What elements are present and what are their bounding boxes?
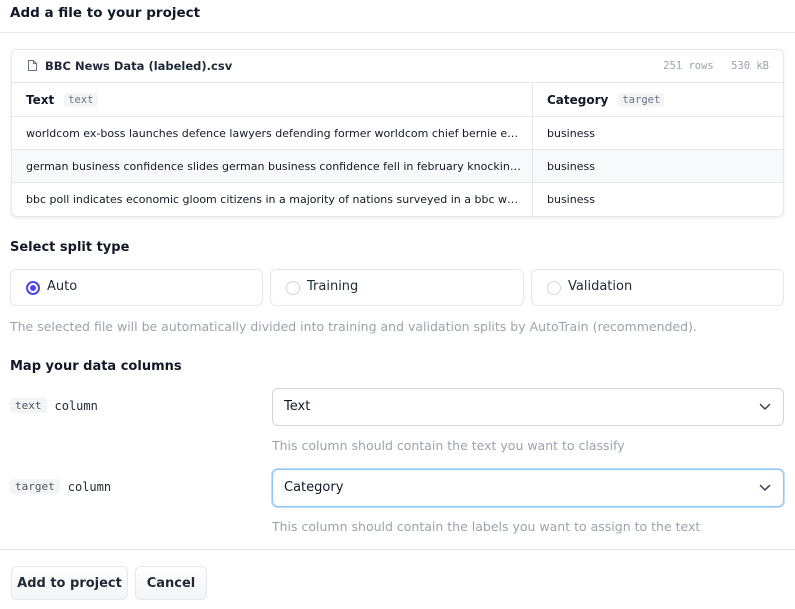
select-value: Text [284,399,311,414]
table-row: worldcom ex-boss launches defence lawyer… [12,117,783,150]
table-row: bbc poll indicates economic gloom citize… [12,183,783,216]
text-column-helper: This column should contain the text you … [272,438,625,453]
map-columns-title: Map your data columns [10,359,182,374]
cell-text: german business confidence slides german… [26,159,521,173]
dialog-title: Add a file to your project [10,5,201,21]
footer-divider [0,549,795,550]
text-column-select[interactable]: Text [272,388,784,426]
file-meta: 251 rows 530 kB [652,60,769,72]
cancel-button[interactable]: Cancel [135,566,207,600]
radio-icon[interactable] [547,281,561,295]
table-header-row: Text text Category target [12,83,783,117]
split-option-auto[interactable]: Auto [10,269,263,306]
column-type-badge: text [10,398,47,413]
split-option-label: Validation [568,279,633,294]
column-word: column [67,479,112,494]
chevron-down-icon [759,403,771,410]
file-row-count: 251 rows [663,60,714,72]
cell-category: business [547,193,595,206]
cell-category: business [547,126,595,140]
chevron-down-icon [759,484,771,491]
column-header-text: Text text [12,83,533,116]
add-to-project-button[interactable]: Add to project [11,566,128,600]
split-option-label: Auto [47,279,78,294]
target-column-helper: This column should contain the labels yo… [272,519,701,534]
file-preview-card: BBC News Data (labeled).csv 251 rows 530… [11,49,784,217]
split-helper-text: The selected file will be automatically … [10,319,697,334]
cell-text: bbc poll indicates economic gloom citize… [26,193,521,206]
map-label-text: text column [10,398,98,413]
split-type-title: Select split type [10,240,130,255]
file-preview-header: BBC News Data (labeled).csv 251 rows 530… [12,50,783,83]
file-icon [28,60,37,71]
file-name: BBC News Data (labeled).csv [45,59,233,73]
split-option-label: Training [307,279,359,294]
column-type-badge: target [10,479,60,494]
cell-category: business [547,159,595,173]
file-size: 530 kB [731,60,769,72]
column-word: column [54,398,98,413]
table-row: german business confidence slides german… [12,150,783,183]
column-header-category: Category target [533,83,783,116]
column-header-label: Text [26,92,55,107]
split-option-validation[interactable]: Validation [531,269,784,306]
select-value: Category [284,480,344,495]
map-label-target: target column [10,479,111,494]
radio-icon[interactable] [286,281,300,295]
target-column-select[interactable]: Category [272,469,784,507]
cell-text: worldcom ex-boss launches defence lawyer… [26,126,521,140]
dialog-header: Add a file to your project [0,0,795,33]
column-header-label: Category [547,92,609,107]
split-option-training[interactable]: Training [270,269,524,306]
column-type-badge: text [64,92,98,107]
radio-selected-icon[interactable] [26,281,40,295]
column-type-badge: target [618,92,665,107]
